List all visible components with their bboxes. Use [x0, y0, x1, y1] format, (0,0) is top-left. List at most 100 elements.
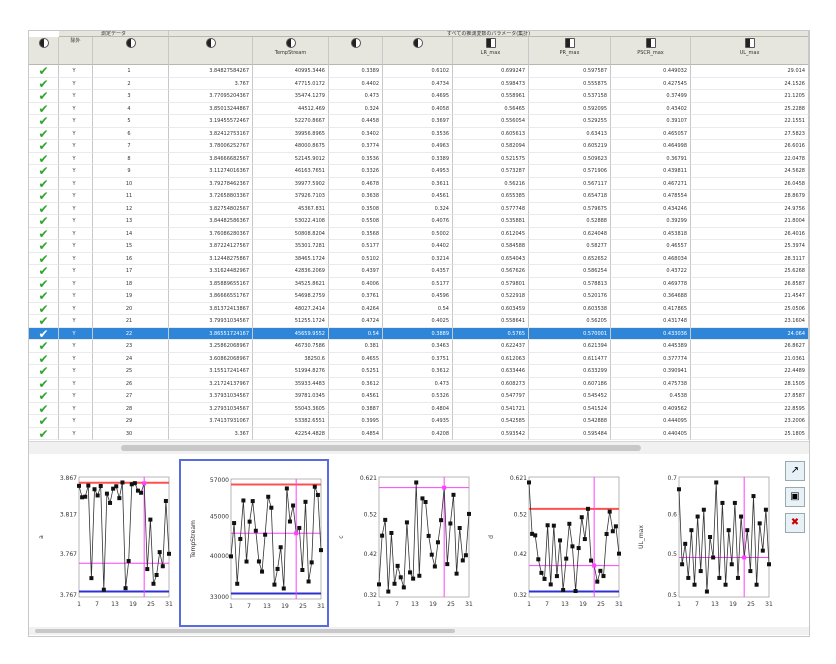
- table-row[interactable]: ✔ Y 7 3.78006252767 48000.8675 0.3774 0.4963 0.…: [29, 140, 809, 153]
- column-header-4[interactable]: TempStream: [253, 37, 329, 65]
- column-header-6[interactable]: [383, 37, 453, 65]
- table-row[interactable]: ✔ Y 18 3.85889655167 34525.8621 0.4006 0.5177 0…: [29, 277, 809, 290]
- row-checkbox[interactable]: ✔: [29, 240, 59, 253]
- control-chart-3[interactable]: d 0.621 0.52 0.42 0.32 1 7 13 19 25 31: [479, 459, 629, 627]
- row-checkbox[interactable]: ✔: [29, 90, 59, 103]
- column-header-2[interactable]: [93, 37, 169, 65]
- table-row[interactable]: ✔ Y 15 3.87224127567 35301.7281 0.5177 0.4402 0…: [29, 240, 809, 253]
- cell-c: 0.4006: [329, 277, 383, 290]
- chart-scrollbar[interactable]: [29, 627, 809, 635]
- column-header-3[interactable]: [169, 37, 253, 65]
- row-checkbox[interactable]: ✔: [29, 152, 59, 165]
- table-row[interactable]: ✔ Y 22 3.86551724167 45659.9552 0.54 0.3889 0.5…: [29, 327, 809, 340]
- row-checkbox[interactable]: ✔: [29, 352, 59, 365]
- row-checkbox[interactable]: ✔: [29, 340, 59, 353]
- data-point: [423, 499, 428, 504]
- table-row[interactable]: ✔ Y 11 3.72658803367 37926.7103 0.3638 0.4561 0…: [29, 190, 809, 203]
- control-chart-0[interactable]: a 3.867 3.817 3.767 3.767 1 7 13 19 25 31: [29, 459, 179, 627]
- data-point: [617, 551, 621, 556]
- table-row[interactable]: ✔ Y 30 3.367 42254.4828 0.4854 0.4208 0.593542 0…: [29, 427, 809, 440]
- row-checkbox[interactable]: ✔: [29, 390, 59, 403]
- row-checkbox[interactable]: ✔: [29, 252, 59, 265]
- table-row[interactable]: ✔ Y 9 3.11274016367 46163.7651 0.3326 0.4953 0.…: [29, 165, 809, 178]
- row-checkbox[interactable]: ✔: [29, 202, 59, 215]
- row-checkbox[interactable]: ✔: [29, 140, 59, 153]
- row-checkbox[interactable]: ✔: [29, 190, 59, 203]
- data-point: [229, 554, 233, 559]
- column-header-8[interactable]: PR_max: [529, 37, 611, 65]
- row-checkbox[interactable]: ✔: [29, 315, 59, 328]
- row-checkbox[interactable]: ✔: [29, 277, 59, 290]
- table-row[interactable]: ✔ Y 26 3.21724137967 35933.4483 0.3612 0.473 0.…: [29, 377, 809, 390]
- row-checkbox[interactable]: ✔: [29, 427, 59, 440]
- data-grid[interactable]: 測定データ すべての推測変数のパラメータ(集計) 除外 TempStream LR_…: [29, 31, 809, 441]
- table-row[interactable]: ✔ Y 21 3.79931034567 51255.1724 0.4724 0.4025 0…: [29, 315, 809, 328]
- horizontal-scrollbar[interactable]: [29, 441, 809, 454]
- table-row[interactable]: ✔ Y 17 3.31624482967 42836.2069 0.4397 0.4357 0…: [29, 265, 809, 278]
- table-row[interactable]: ✔ Y 25 3.15517241467 51994.8276 0.5251 0.3612 0…: [29, 365, 809, 378]
- column-header-10[interactable]: UL_max: [691, 37, 809, 65]
- table-row[interactable]: ✔ Y 1 3.84827584267 40995.3446 0.3389 0.6102 0.…: [29, 65, 809, 78]
- zoom-chart-button[interactable]: ↗: [785, 461, 805, 481]
- column-header-1[interactable]: 除外: [59, 37, 93, 65]
- table-row[interactable]: ✔ Y 10 3.79278462367 39977.5902 0.4678 0.3611 0…: [29, 177, 809, 190]
- table-row[interactable]: ✔ Y 16 3.12448275867 38465.1724 0.5102 0.3214 0…: [29, 252, 809, 265]
- row-checkbox[interactable]: ✔: [29, 127, 59, 140]
- row-checkbox[interactable]: ✔: [29, 302, 59, 315]
- row-checkbox[interactable]: ✔: [29, 327, 59, 340]
- cell-e: 0.582094: [453, 140, 529, 153]
- table-row[interactable]: ✔ Y 20 3.81372413867 48027.2414 0.4264 0.54 0.6…: [29, 302, 809, 315]
- row-checkbox[interactable]: ✔: [29, 365, 59, 378]
- remove-chart-button[interactable]: ✖: [785, 513, 805, 533]
- table-row[interactable]: ✔ Y 12 3.82754802567 45367.831 0.3508 0.324 0.5…: [29, 202, 809, 215]
- cell-g: 0.475738: [611, 377, 691, 390]
- table-row[interactable]: ✔ Y 8 3.84666682567 52145.9012 0.3536 0.3389 0.…: [29, 152, 809, 165]
- cell-e: 0.654043: [453, 252, 529, 265]
- row-checkbox[interactable]: ✔: [29, 65, 59, 78]
- cell-h: 24.5628: [691, 165, 809, 178]
- row-checkbox[interactable]: ✔: [29, 227, 59, 240]
- table-row[interactable]: ✔ Y 23 3.25862068967 46730.7586 0.381 0.3463 0.…: [29, 340, 809, 353]
- table-row[interactable]: ✔ Y 27 3.37931034567 39781.0345 0.4561 0.5326 0…: [29, 390, 809, 403]
- control-chart-1[interactable]: TempStream 57000 45000 40000 33000 1 7 13 19 25 31: [179, 459, 329, 627]
- control-chart-2[interactable]: c 0.621 0.52 0.42 0.32 1 7 13 19 25 31: [329, 459, 479, 627]
- row-checkbox[interactable]: ✔: [29, 402, 59, 415]
- control-chart-4[interactable]: UL_max 0.7 0.6 0.5 0.5 1 7 13 19 25 31: [629, 459, 779, 627]
- cell-c: 0.4854: [329, 427, 383, 440]
- column-header-9[interactable]: PSCR_max: [611, 37, 691, 65]
- table-row[interactable]: ✔ Y 6 3.82412753167 39956.8965 0.3402 0.3536 0.…: [29, 127, 809, 140]
- table-row[interactable]: ✔ Y 19 3.86666551767 54698.2759 0.3761 0.4596 0…: [29, 290, 809, 303]
- cell-g: 0.46557: [611, 240, 691, 253]
- data-point: [723, 582, 728, 587]
- row-checkbox[interactable]: ✔: [29, 290, 59, 303]
- cell-a: 3.367: [169, 427, 253, 440]
- table-row[interactable]: ✔ Y 2 3.767 47715.0172 0.4402 0.4734 0.598473 0.…: [29, 77, 809, 90]
- column-header-0[interactable]: [29, 37, 59, 65]
- row-checkbox[interactable]: ✔: [29, 102, 59, 115]
- row-checkbox[interactable]: ✔: [29, 77, 59, 90]
- table-row[interactable]: ✔ Y 24 3.60862068967 38250.6 0.4655 0.3751 0.61…: [29, 352, 809, 365]
- y-axis-label: a: [38, 535, 45, 539]
- row-checkbox[interactable]: ✔: [29, 415, 59, 428]
- row-checkbox[interactable]: ✔: [29, 115, 59, 128]
- chart-scroll-thumb[interactable]: [35, 629, 455, 633]
- column-header-7[interactable]: LR_max: [453, 37, 529, 65]
- table-row[interactable]: ✔ Y 5 3.19455572467 52270.8667 0.4458 0.3697 0.…: [29, 115, 809, 128]
- table-row[interactable]: ✔ Y 3 3.77095204367 35474.1279 0.473 0.4695 0.5…: [29, 90, 809, 103]
- cell-c: 0.381: [329, 340, 383, 353]
- table-row[interactable]: ✔ Y 14 3.76086280367 50808.8204 0.3568 0.5002 0…: [29, 227, 809, 240]
- table-row[interactable]: ✔ Y 13 3.84482586367 53022.4108 0.5508 0.4076 0…: [29, 215, 809, 228]
- table-row[interactable]: ✔ Y 28 3.27931034567 55043.3605 0.3887 0.4804 0…: [29, 402, 809, 415]
- column-header-5[interactable]: [329, 37, 383, 65]
- data-point: [319, 548, 323, 553]
- row-checkbox[interactable]: ✔: [29, 215, 59, 228]
- layout-chart-button[interactable]: ▣: [785, 487, 805, 507]
- row-checkbox[interactable]: ✔: [29, 377, 59, 390]
- row-checkbox[interactable]: ✔: [29, 165, 59, 178]
- table-row[interactable]: ✔ Y 29 3.74137931067 53382.6551 0.3995 0.4935 0…: [29, 415, 809, 428]
- row-checkbox[interactable]: ✔: [29, 177, 59, 190]
- data-point: [250, 499, 255, 504]
- table-row[interactable]: ✔ Y 4 3.85013244867 44512.469 0.324 0.4058 0.56…: [29, 102, 809, 115]
- scroll-thumb[interactable]: [121, 445, 641, 451]
- row-checkbox[interactable]: ✔: [29, 265, 59, 278]
